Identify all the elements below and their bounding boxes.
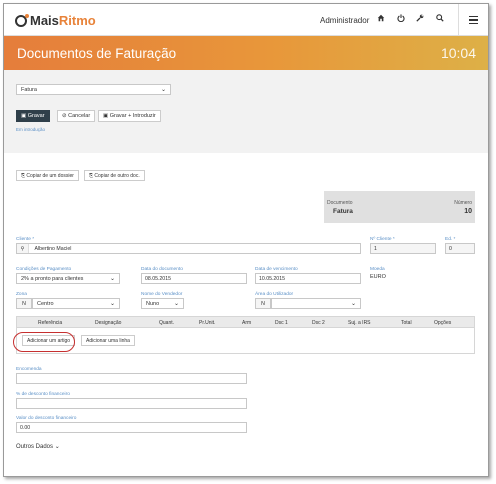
number-value: 10 [464,208,472,215]
column-header[interactable]: Total [401,320,412,326]
floppy-disk-icon: ▣ [21,113,27,119]
search-icon[interactable]: ⚲ [17,244,29,253]
currency-value: EURO [370,274,386,280]
highlight-annotation [13,332,75,352]
home-icon[interactable] [376,14,386,24]
logo[interactable]: Mais Ritmo [15,13,96,28]
zone-value: Centro [37,301,54,307]
column-header[interactable]: Arm [242,320,251,326]
currency-label: Moeda [370,267,385,272]
copy-other-label: Copiar de outro doc. [94,173,140,179]
search-icon[interactable] [435,14,445,24]
edition-label: Ed. * [445,237,456,242]
save-button[interactable]: ▣ Gravar [16,110,50,122]
chevron-down-icon: ⌄ [160,87,166,93]
page-title: Documentos de Faturação [17,46,177,61]
zone-code-field[interactable]: N [16,298,32,309]
document-date-label: Data do documento [141,267,183,272]
column-header[interactable]: Suj. a IRS [348,320,371,326]
chevron-down-icon: ⌄ [109,301,115,307]
document-form: ⎘ Copiar de um dossier ⎘ Copiar de outro… [4,153,488,476]
user-menu[interactable]: Administrador [320,16,369,25]
column-header[interactable]: Quant. [159,320,174,326]
items-table-header: Referência Designação Quant. Pr.Unit. Ar… [16,316,475,328]
document-info-box: Documento Fatura Número 10 [324,191,475,223]
client-label: Cliente * [16,237,35,242]
items-table-body: Adicionar um artigo Adicionar uma linha [16,328,475,354]
discount-percent-label: % de desconto financeiro [16,392,70,397]
page-banner: Documentos de Faturação 10:04 [4,36,488,70]
save-insert-label: Gravar + Introduzir [109,113,156,119]
document-type-value: Fatura [21,87,37,93]
copy-from-other-doc-button[interactable]: ⎘ Copiar de outro doc. [84,170,145,181]
other-data-label: Outros Dados [16,444,54,450]
user-area-label: Área do Utilizador [255,292,294,297]
clock: 10:04 [440,45,476,61]
cancel-label: Cancelar [68,113,91,119]
seller-select[interactable]: Nuno ⌄ [141,298,184,309]
section-notch [234,144,254,152]
floppy-disk-icon: ▣ [103,113,109,119]
logo-prefix: Mais [30,13,59,28]
payment-terms-value: 2% a pronto para clientes [21,276,84,282]
copy-icon: ⎘ [89,173,94,179]
add-line-button[interactable]: Adicionar uma linha [81,335,135,346]
zone-label: Zona [16,292,27,297]
top-bar: Mais Ritmo Administrador [4,4,488,36]
status-text: Em introdução [16,127,46,132]
hamburger-menu-icon[interactable] [458,4,488,36]
user-area-code-field[interactable]: N [255,298,271,309]
column-header[interactable]: Dsc 1 [275,320,288,326]
other-data-toggle[interactable]: Outros Dados ⌄ [16,443,60,450]
save-and-insert-button[interactable]: ▣ Gravar + Introduzir [98,110,161,122]
cancel-button[interactable]: ⊘ Cancelar [57,110,96,122]
client-number-label: Nº Cliente * [370,237,395,242]
due-date-field[interactable]: 10.05.2015 [255,273,361,284]
copy-from-dossier-button[interactable]: ⎘ Copiar de um dossier [16,170,79,181]
number-label: Número [454,200,472,206]
power-icon[interactable] [396,14,406,24]
seller-label: Nome do Vendedor [141,292,183,297]
discount-value-field[interactable]: 0.00 [16,422,247,433]
copy-icon: ⎘ [21,173,26,179]
client-number-field[interactable]: 1 [370,243,436,254]
discount-value-label: Valor do desconto financeiro [16,416,77,421]
payment-terms-label: Condições de Pagamento [16,267,72,272]
client-value: Albertino Maciel [34,246,72,252]
zone-select[interactable]: Centro ⌄ [32,298,120,309]
edition-field[interactable]: 0 [445,243,475,254]
seller-value: Nuno [146,301,160,307]
app-window: Mais Ritmo Administrador Documentos de Fa… [3,3,489,477]
order-field[interactable] [16,373,247,384]
client-field[interactable]: ⚲ Albertino Maciel [16,243,361,254]
logo-accent: Ritmo [58,13,96,28]
discount-percent-field[interactable] [16,398,247,409]
cancel-circle-icon: ⊘ [62,113,67,119]
document-toolbar-area: Fatura ⌄ ▣ Gravar ⊘ Cancelar ▣ Gravar + … [4,70,488,145]
column-header[interactable]: Dsc 2 [312,320,325,326]
document-label: Documento [327,200,353,206]
logo-mark-icon [15,13,29,27]
column-header[interactable]: Referência [38,320,62,326]
due-date-label: Data de vencimento [255,267,298,272]
wrench-icon[interactable] [415,14,425,24]
chevron-down-icon: ⌄ [350,301,356,307]
chevron-down-icon: ⌄ [109,276,115,282]
document-value: Fatura [333,208,353,215]
chevron-down-icon: ⌄ [54,444,60,450]
order-label: Encomenda [16,367,42,372]
column-header[interactable]: Pr.Unit. [199,320,215,326]
column-header[interactable]: Designação [95,320,121,326]
user-area-select[interactable]: ⌄ [271,298,361,309]
column-header[interactable]: Opções [434,320,451,326]
payment-terms-select[interactable]: 2% a pronto para clientes ⌄ [16,273,120,284]
document-date-field[interactable]: 08.05.2015 [141,273,247,284]
chevron-down-icon: ⌄ [173,301,179,307]
copy-dossier-label: Copiar de um dossier [26,173,74,179]
save-label: Gravar [27,113,45,119]
document-type-select[interactable]: Fatura ⌄ [16,84,171,95]
